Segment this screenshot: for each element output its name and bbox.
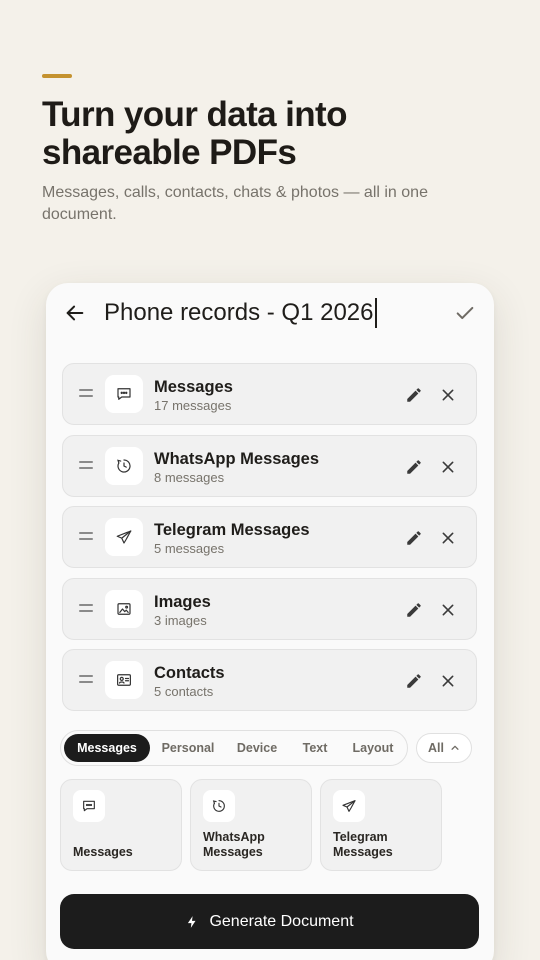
editor-header: Phone records - Q1 2026: [46, 283, 494, 343]
section-title: Images: [154, 592, 211, 611]
contact-card-icon: [117, 674, 131, 686]
edit-button[interactable]: [403, 527, 425, 549]
image-icon: [117, 602, 131, 615]
close-icon: [442, 532, 454, 544]
tab-device[interactable]: Device: [225, 734, 289, 762]
confirm-button[interactable]: [452, 300, 478, 326]
remove-button[interactable]: [437, 456, 459, 478]
edit-button[interactable]: [403, 599, 425, 621]
remove-button[interactable]: [437, 670, 459, 692]
hero-subtitle: Messages, calls, contacts, chats & photo…: [42, 184, 428, 223]
section-count: 5 contacts: [154, 684, 214, 699]
back-button[interactable]: [62, 300, 88, 326]
chat-bubble-icon: [117, 388, 131, 400]
tile-label: Messages: [73, 845, 133, 859]
tile-label: Telegram Messages: [333, 830, 393, 859]
tab-text[interactable]: Text: [291, 734, 339, 762]
section-title: Contacts: [154, 664, 225, 682]
section-item[interactable]: Images 3 images: [62, 577, 477, 640]
whatsapp-icon: [117, 458, 131, 473]
edit-button[interactable]: [403, 456, 425, 478]
close-icon: [442, 389, 454, 401]
section-item[interactable]: Contacts 5 contacts: [62, 649, 477, 711]
close-icon: [442, 604, 454, 615]
drag-handle-icon[interactable]: [79, 675, 93, 685]
close-icon: [442, 461, 454, 472]
tab-layout[interactable]: Layout: [341, 734, 405, 762]
tab-personal[interactable]: Personal: [153, 734, 223, 762]
arrow-left-icon: [66, 305, 84, 321]
section-item[interactable]: Messages 17 messages: [62, 363, 477, 425]
pencil-icon: [407, 674, 421, 688]
close-icon: [442, 675, 454, 687]
section-title: Messages: [154, 378, 233, 396]
document-title-input[interactable]: Phone records - Q1 2026: [104, 298, 377, 328]
drag-handle-icon[interactable]: [79, 389, 93, 399]
chat-bubble-icon: [83, 800, 95, 812]
tile-telegram-messages[interactable]: Telegram Messages: [320, 779, 442, 871]
section-title: Telegram Messages: [154, 521, 310, 539]
section-count: 17 messages: [154, 398, 232, 413]
document-sections-list: Messages 17 messages WhatsApp Messages 8…: [62, 363, 477, 721]
section-item[interactable]: WhatsApp Messages 8 messages: [62, 434, 477, 497]
chevron-up-icon: [451, 745, 459, 750]
pencil-icon: [407, 388, 421, 402]
generate-label: Generate Document: [209, 912, 354, 930]
telegram-icon: [116, 530, 132, 544]
pencil-icon: [407, 602, 421, 617]
section-count: 8 messages: [154, 469, 225, 485]
filter-label: All: [428, 741, 444, 755]
remove-button[interactable]: [437, 599, 459, 621]
tile-label: WhatsApp Messages: [203, 830, 265, 859]
generate-document-button[interactable]: Generate Document: [60, 894, 479, 949]
section-count: 5 messages: [154, 541, 225, 556]
document-editor-card: Phone records - Q1 2026 Messages 17 mess…: [46, 283, 494, 960]
add-section-tiles: Messages WhatsApp Messages Telegram Mess…: [60, 779, 480, 871]
accent-bar: [42, 74, 72, 78]
section-title: WhatsApp Messages: [154, 449, 320, 468]
pencil-icon: [407, 531, 421, 545]
section-item[interactable]: Telegram Messages 5 messages: [62, 506, 477, 568]
telegram-icon: [342, 800, 356, 812]
drag-handle-icon[interactable]: [79, 603, 93, 614]
edit-button[interactable]: [403, 670, 425, 692]
remove-button[interactable]: [437, 527, 459, 549]
section-count: 3 images: [154, 612, 207, 628]
whatsapp-icon: [212, 800, 225, 812]
hero-title: Turn your data into shareable PDFs: [42, 95, 347, 172]
filter-dropdown[interactable]: All: [416, 733, 472, 763]
lightning-icon: [188, 915, 196, 928]
check-icon: [456, 306, 474, 320]
drag-handle-icon[interactable]: [79, 532, 93, 542]
category-tabs: Messages Personal Device Text Layout: [60, 730, 408, 766]
drag-handle-icon[interactable]: [79, 460, 93, 471]
pencil-icon: [407, 459, 421, 474]
tab-messages[interactable]: Messages: [64, 734, 150, 762]
edit-button[interactable]: [403, 384, 425, 406]
tile-messages[interactable]: Messages: [60, 779, 182, 871]
tile-whatsapp-messages[interactable]: WhatsApp Messages: [190, 779, 312, 871]
remove-button[interactable]: [437, 384, 459, 406]
